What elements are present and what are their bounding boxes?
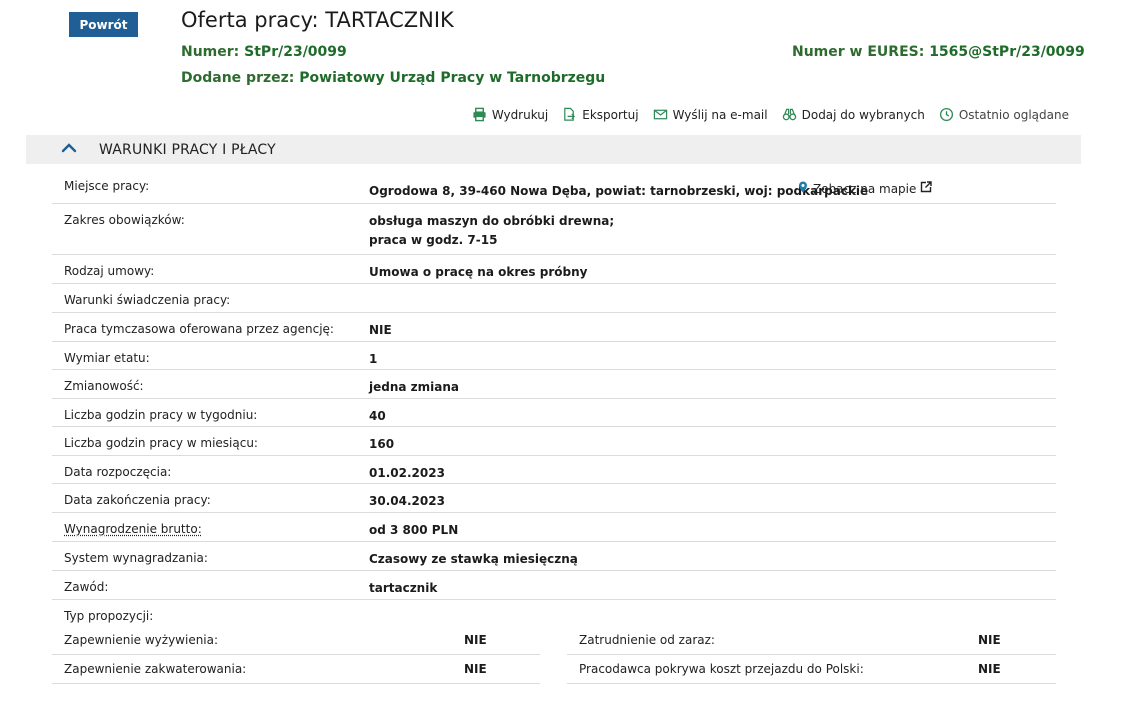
row-label: Wynagrodzenie brutto: <box>64 513 369 541</box>
recently-viewed-label: Ostatnio oglądane <box>958 107 1069 122</box>
proposal-value: NIE <box>978 633 1001 647</box>
row-value: jedna zmiana <box>369 380 459 394</box>
added-by-label: Dodane przez: <box>181 70 295 86</box>
page-title: Oferta pracy: TARTACZNIK <box>181 8 454 32</box>
table-row: Wymiar etatu: 1 <box>52 342 1056 370</box>
row-label: Rodzaj umowy: <box>64 264 155 278</box>
row-value: obsługa maszyn do obróbki drewna; praca … <box>369 204 1044 254</box>
table-row: Liczba godzin pracy w tygodniu: 40 <box>52 399 1056 427</box>
proposal-type-label: Typ propozycji: <box>64 609 154 623</box>
export-action[interactable]: Eksportuj <box>562 107 639 122</box>
row-label: Zakres obowiązków: <box>64 213 185 227</box>
export-label: Eksportuj <box>582 107 639 122</box>
added-by: Dodane przez: Powiatowy Urząd Pracy w Ta… <box>181 70 605 86</box>
table-row: Praca tymczasowa oferowana przez agencję… <box>52 313 1056 342</box>
table-row: Data zakończenia pracy: 30.04.2023 <box>52 484 1056 513</box>
list-item: Zatrudnienie od zaraz: NIE <box>567 626 1056 655</box>
section-title: WARUNKI PRACY I PŁACY <box>99 141 276 158</box>
row-label: Zawód: <box>64 580 109 594</box>
row-label: Praca tymczasowa oferowana przez agencję… <box>64 322 334 336</box>
row-value: Ogrodowa 8, 39-460 Nowa Dęba, powiat: ta… <box>369 184 869 198</box>
table-row: Typ propozycji: <box>52 600 1056 627</box>
proposal-value: NIE <box>464 662 487 676</box>
proposal-label: Zapewnienie wyżywienia: <box>64 633 219 647</box>
row-value: od 3 800 PLN <box>369 523 459 537</box>
proposal-label: Zapewnienie zakwaterowania: <box>64 662 247 676</box>
offer-number-value: StPr/23/0099 <box>244 44 347 60</box>
table-row: Data rozpoczęcia: 01.02.2023 <box>52 456 1056 484</box>
row-value <box>369 284 1044 312</box>
row-label: Liczba godzin pracy w miesiącu: <box>64 436 258 450</box>
row-label: Data rozpoczęcia: <box>64 465 172 479</box>
offer-number-label: Numer: <box>181 44 240 60</box>
row-value: Czasowy ze stawką miesięczną <box>369 552 578 566</box>
email-action[interactable]: Wyślij na e-mail <box>653 107 768 122</box>
clock-icon <box>939 107 954 122</box>
proposal-label: Zatrudnienie od zaraz: <box>579 633 715 647</box>
row-value-line: praca w godz. 7-15 <box>369 233 498 247</box>
table-row: Wynagrodzenie brutto: od 3 800 PLN <box>52 513 1056 542</box>
table-row: Rodzaj umowy: Umowa o pracę na okres pró… <box>52 255 1056 284</box>
salary-term-tooltip[interactable]: Wynagrodzenie brutto: <box>64 522 202 536</box>
section-header-working-conditions[interactable]: WARUNKI PRACY I PŁACY <box>26 135 1081 164</box>
table-row: Zawód: tartacznik <box>52 571 1056 600</box>
row-label: Zmianowość: <box>64 379 144 393</box>
list-item: Pracodawca pokrywa koszt przejazdu do Po… <box>567 655 1056 684</box>
table-row: Miejsce pracy: Ogrodowa 8, 39-460 Nowa D… <box>52 171 1056 204</box>
row-value: Umowa o pracę na okres próbny <box>369 265 588 279</box>
row-value: 30.04.2023 <box>369 494 445 508</box>
map-pin-icon <box>797 181 809 196</box>
print-label: Wydrukuj <box>491 107 549 122</box>
print-action[interactable]: Wydrukuj <box>472 107 548 122</box>
proposal-value: NIE <box>978 662 1001 676</box>
conditions-table: Miejsce pracy: Ogrodowa 8, 39-460 Nowa D… <box>52 171 1056 627</box>
proposal-left-column: Zapewnienie wyżywienia: NIE Zapewnienie … <box>52 626 540 684</box>
offer-number: Numer: StPr/23/0099 <box>181 44 347 60</box>
recently-viewed-action[interactable]: Ostatnio oglądane <box>939 107 1069 122</box>
back-button[interactable]: Powrót <box>69 12 138 37</box>
row-label: System wynagradzania: <box>64 551 208 565</box>
row-label: Warunki świadczenia pracy: <box>64 293 231 307</box>
list-item: Zapewnienie zakwaterowania: NIE <box>52 655 540 684</box>
row-value: 1 <box>369 352 378 366</box>
chevron-up-icon[interactable] <box>26 140 77 160</box>
eures-number: Numer w EURES: 1565@StPr/23/0099 <box>792 44 1085 60</box>
add-to-favorites-action[interactable]: Dodaj do wybranych <box>782 107 925 122</box>
list-item: Zapewnienie wyżywienia: NIE <box>52 626 540 655</box>
map-link[interactable]: Zobacz na mapie <box>797 181 933 196</box>
printer-icon <box>472 107 487 122</box>
eures-number-value: 1565@StPr/23/0099 <box>929 44 1085 60</box>
external-link-icon <box>920 181 933 196</box>
row-label: Miejsce pracy: <box>64 179 150 193</box>
email-label: Wyślij na e-mail <box>672 107 768 122</box>
row-value: 160 <box>369 437 395 451</box>
map-link-label: Zobacz na mapie <box>813 181 917 196</box>
eures-number-label: Numer w EURES: <box>792 44 925 60</box>
row-label: Liczba godzin pracy w tygodniu: <box>64 408 258 422</box>
table-row: Warunki świadczenia pracy: <box>52 284 1056 313</box>
table-row: Zmianowość: jedna zmiana <box>52 370 1056 399</box>
row-value: 40 <box>369 409 386 423</box>
row-label: Data zakończenia pracy: <box>64 493 211 507</box>
proposal-value: NIE <box>464 633 487 647</box>
proposal-right-column: Zatrudnienie od zaraz: NIE Pracodawca po… <box>567 626 1056 684</box>
row-value: 01.02.2023 <box>369 466 445 480</box>
add-to-favorites-label: Dodaj do wybranych <box>801 107 925 122</box>
row-label: Wymiar etatu: <box>64 351 150 365</box>
binoculars-icon <box>782 107 797 122</box>
added-by-value: Powiatowy Urząd Pracy w Tarnobrzegu <box>299 70 606 86</box>
actions-bar: Wydrukuj Eksportuj Wyślij na e-mail Doda… <box>472 107 1069 122</box>
row-value-line: obsługa maszyn do obróbki drewna; <box>369 214 615 228</box>
table-row: Zakres obowiązków: obsługa maszyn do obr… <box>52 204 1056 255</box>
row-value: tartacznik <box>369 581 438 595</box>
envelope-icon <box>653 107 668 122</box>
proposal-label: Pracodawca pokrywa koszt przejazdu do Po… <box>579 662 864 676</box>
table-row: System wynagradzania: Czasowy ze stawką … <box>52 542 1056 571</box>
table-row: Liczba godzin pracy w miesiącu: 160 <box>52 427 1056 456</box>
export-icon <box>562 107 577 122</box>
row-value: NIE <box>369 323 392 337</box>
